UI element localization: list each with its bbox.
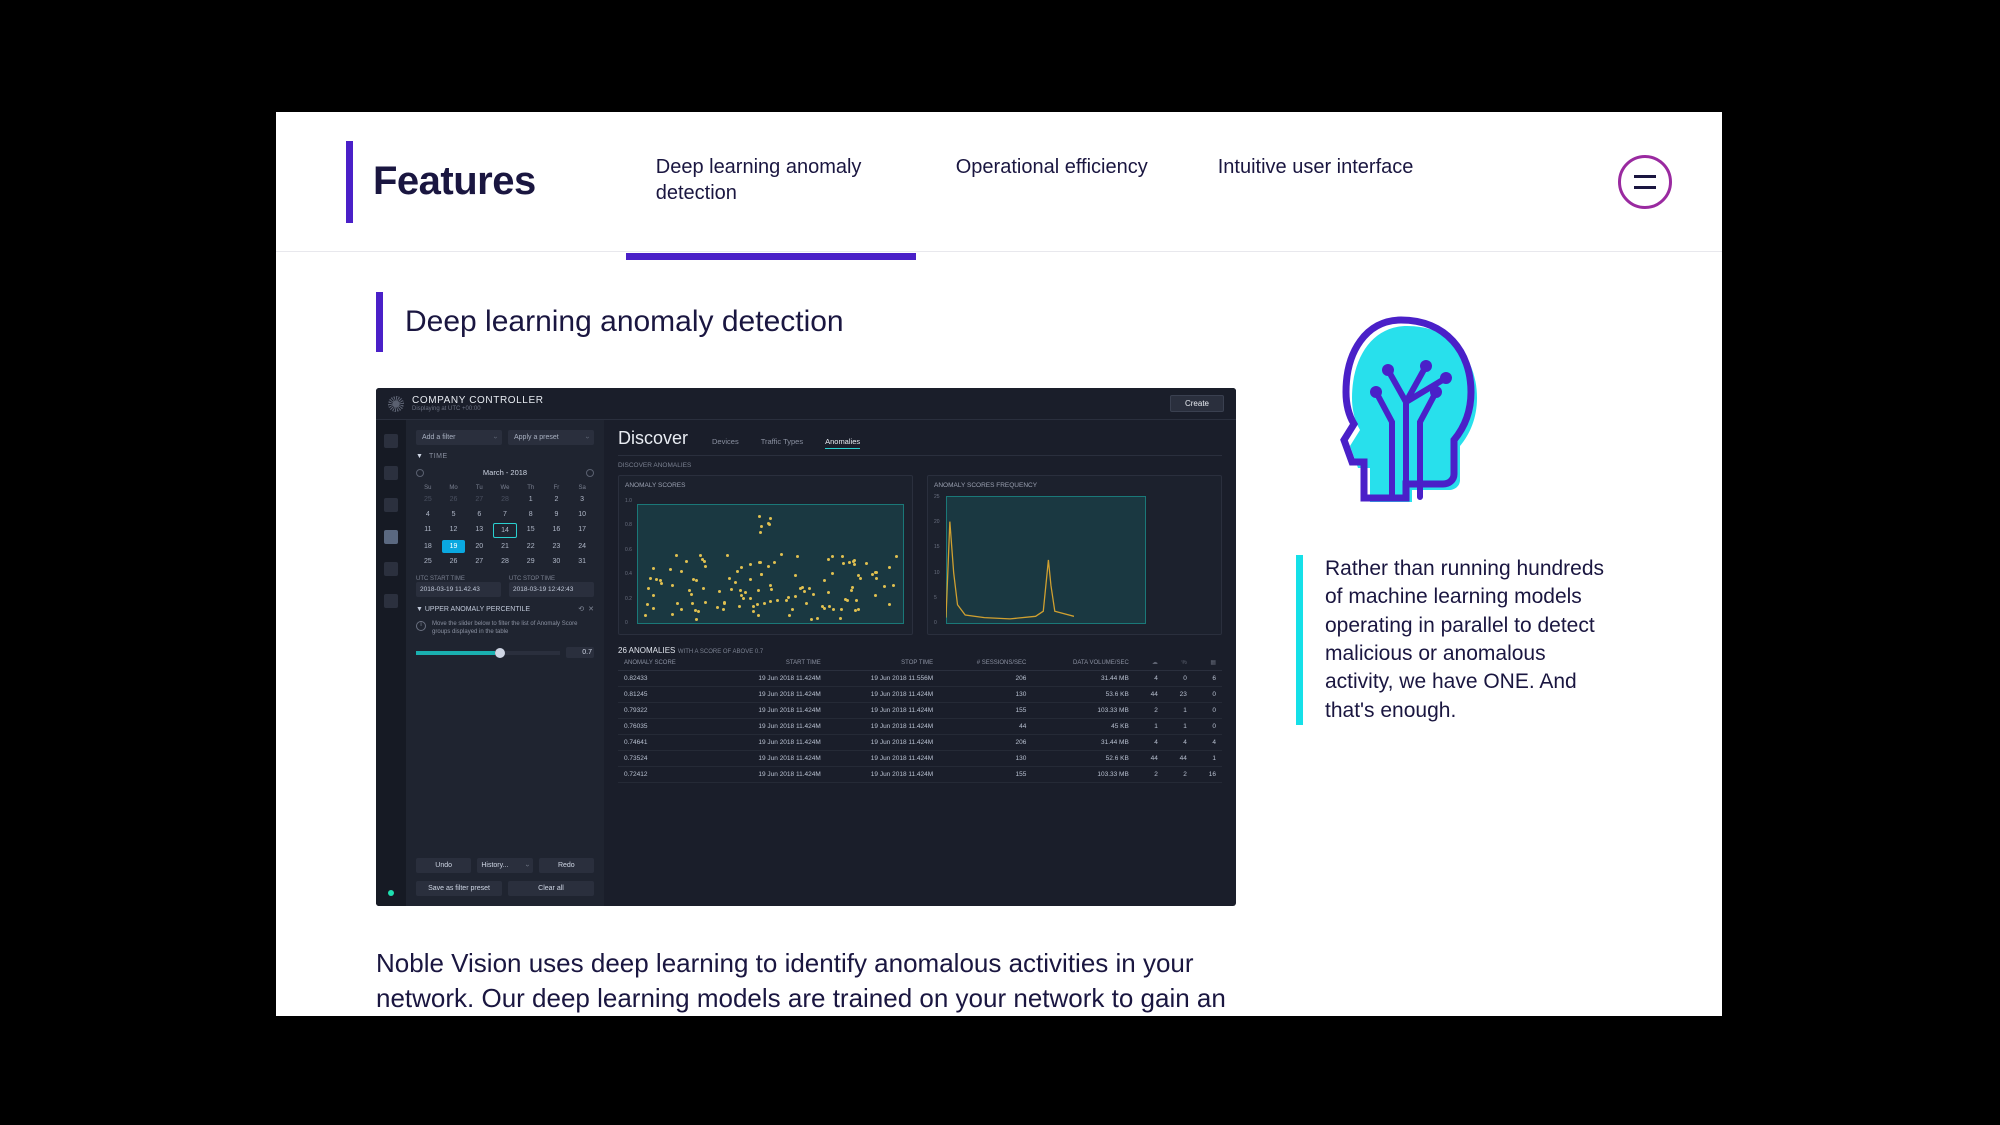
- rail-icon[interactable]: [384, 466, 398, 480]
- calendar[interactable]: SuMoTuWeThFrSa25262728123456789101112131…: [416, 485, 594, 568]
- discover-panel: Discover Devices Traffic Types Anomalies…: [604, 420, 1236, 906]
- quote-text: Rather than running hundreds of machine …: [1325, 555, 1615, 725]
- brand-name: COMPANY CONTROLLER: [412, 395, 544, 406]
- rail-icon[interactable]: [384, 498, 398, 512]
- brand-subtitle: Displaying at UTC +00:00: [412, 406, 544, 412]
- apply-preset-dropdown[interactable]: Apply a preset: [508, 430, 594, 445]
- hamburger-line-icon: [1634, 186, 1656, 189]
- utc-start-value[interactable]: 2018-03-19 11.42.43: [416, 582, 501, 597]
- quote-accent-bar: [1296, 555, 1303, 725]
- section-accent-bar: [376, 292, 383, 352]
- page-title: Features: [346, 141, 536, 223]
- anomaly-count-sub: WITH A SCORE OF ABOVE 0.7: [678, 649, 763, 655]
- save-preset-button[interactable]: Save as filter preset: [416, 881, 502, 896]
- filter-panel: Add a filter Apply a preset ▼ TIME March…: [406, 420, 604, 906]
- prev-month-icon[interactable]: [416, 469, 424, 477]
- main-column: Deep learning anomaly detection COMPANY …: [376, 292, 1236, 1016]
- chart-title: ANOMALY SCORES FREQUENCY: [934, 482, 1215, 489]
- title-accent-bar: [346, 141, 353, 223]
- status-dot-icon: [388, 890, 394, 896]
- feature-tabs: Deep learning anomaly detection Operatio…: [656, 154, 1618, 210]
- reset-icon[interactable]: ⟲: [578, 605, 584, 613]
- page-title-text: Features: [373, 159, 536, 204]
- brand-logo-icon: [388, 396, 404, 412]
- calendar-month: March - 2018: [483, 468, 527, 477]
- add-filter-dropdown[interactable]: Add a filter: [416, 430, 502, 445]
- discover-subtitle: DISCOVER ANOMALIES: [618, 462, 1222, 469]
- time-section-label: TIME: [429, 453, 448, 460]
- close-icon[interactable]: ✕: [588, 605, 594, 613]
- create-button[interactable]: Create: [1170, 395, 1224, 412]
- clear-all-button[interactable]: Clear all: [508, 881, 594, 896]
- rail-icon[interactable]: [384, 434, 398, 448]
- utc-stop-value[interactable]: 2018-03-19 12:42:43: [509, 582, 594, 597]
- tab-anomalies[interactable]: Anomalies: [825, 437, 860, 449]
- upper-help-text: Move the slider below to filter the list…: [432, 621, 594, 637]
- ai-head-icon: [1296, 302, 1496, 502]
- discover-title: Discover: [618, 428, 688, 449]
- history-button[interactable]: History...: [477, 858, 532, 873]
- rail-icon[interactable]: [384, 594, 398, 608]
- next-month-icon[interactable]: [586, 469, 594, 477]
- section-title-text: Deep learning anomaly detection: [405, 305, 844, 339]
- info-icon: i: [416, 621, 426, 631]
- tab-deep-learning[interactable]: Deep learning anomaly detection: [656, 154, 886, 210]
- undo-button[interactable]: Undo: [416, 858, 471, 873]
- hamburger-menu-button[interactable]: [1618, 155, 1672, 209]
- anomaly-table: ANOMALY SCORESTART TIMESTOP TIME# SESSIO…: [618, 655, 1222, 783]
- tab-intuitive-ui[interactable]: Intuitive user interface: [1218, 154, 1414, 210]
- aside-column: Rather than running hundreds of machine …: [1296, 292, 1662, 1016]
- upper-percentile-label: UPPER ANOMALY PERCENTILE: [425, 606, 530, 613]
- redo-button[interactable]: Redo: [539, 858, 594, 873]
- page-card: Features Deep learning anomaly detection…: [276, 112, 1722, 1016]
- anomaly-scores-chart: ANOMALY SCORES 1.00.80.60.40.20: [618, 475, 913, 635]
- dashboard-screenshot: COMPANY CONTROLLER Displaying at UTC +00…: [376, 388, 1236, 906]
- rail-icon[interactable]: [384, 562, 398, 576]
- hamburger-line-icon: [1634, 175, 1656, 178]
- header: Features Deep learning anomaly detection…: [276, 112, 1722, 252]
- percentile-value: 0.7: [566, 647, 594, 658]
- anomaly-frequency-chart: ANOMALY SCORES FREQUENCY 2520151050: [927, 475, 1222, 635]
- tab-devices[interactable]: Devices: [712, 437, 739, 449]
- chart-title: ANOMALY SCORES: [625, 482, 906, 489]
- percentile-slider[interactable]: [416, 651, 560, 655]
- tab-traffic-types[interactable]: Traffic Types: [761, 437, 803, 449]
- section-heading: Deep learning anomaly detection: [376, 292, 1236, 352]
- tab-operational-efficiency[interactable]: Operational efficiency: [956, 154, 1148, 210]
- anomaly-count: 26 ANOMALIES: [618, 646, 675, 655]
- feature-quote: Rather than running hundreds of machine …: [1296, 555, 1662, 725]
- feature-description: Noble Vision uses deep learning to ident…: [376, 946, 1236, 1016]
- rail-icon[interactable]: [384, 530, 398, 544]
- sidebar-rail: [376, 420, 406, 906]
